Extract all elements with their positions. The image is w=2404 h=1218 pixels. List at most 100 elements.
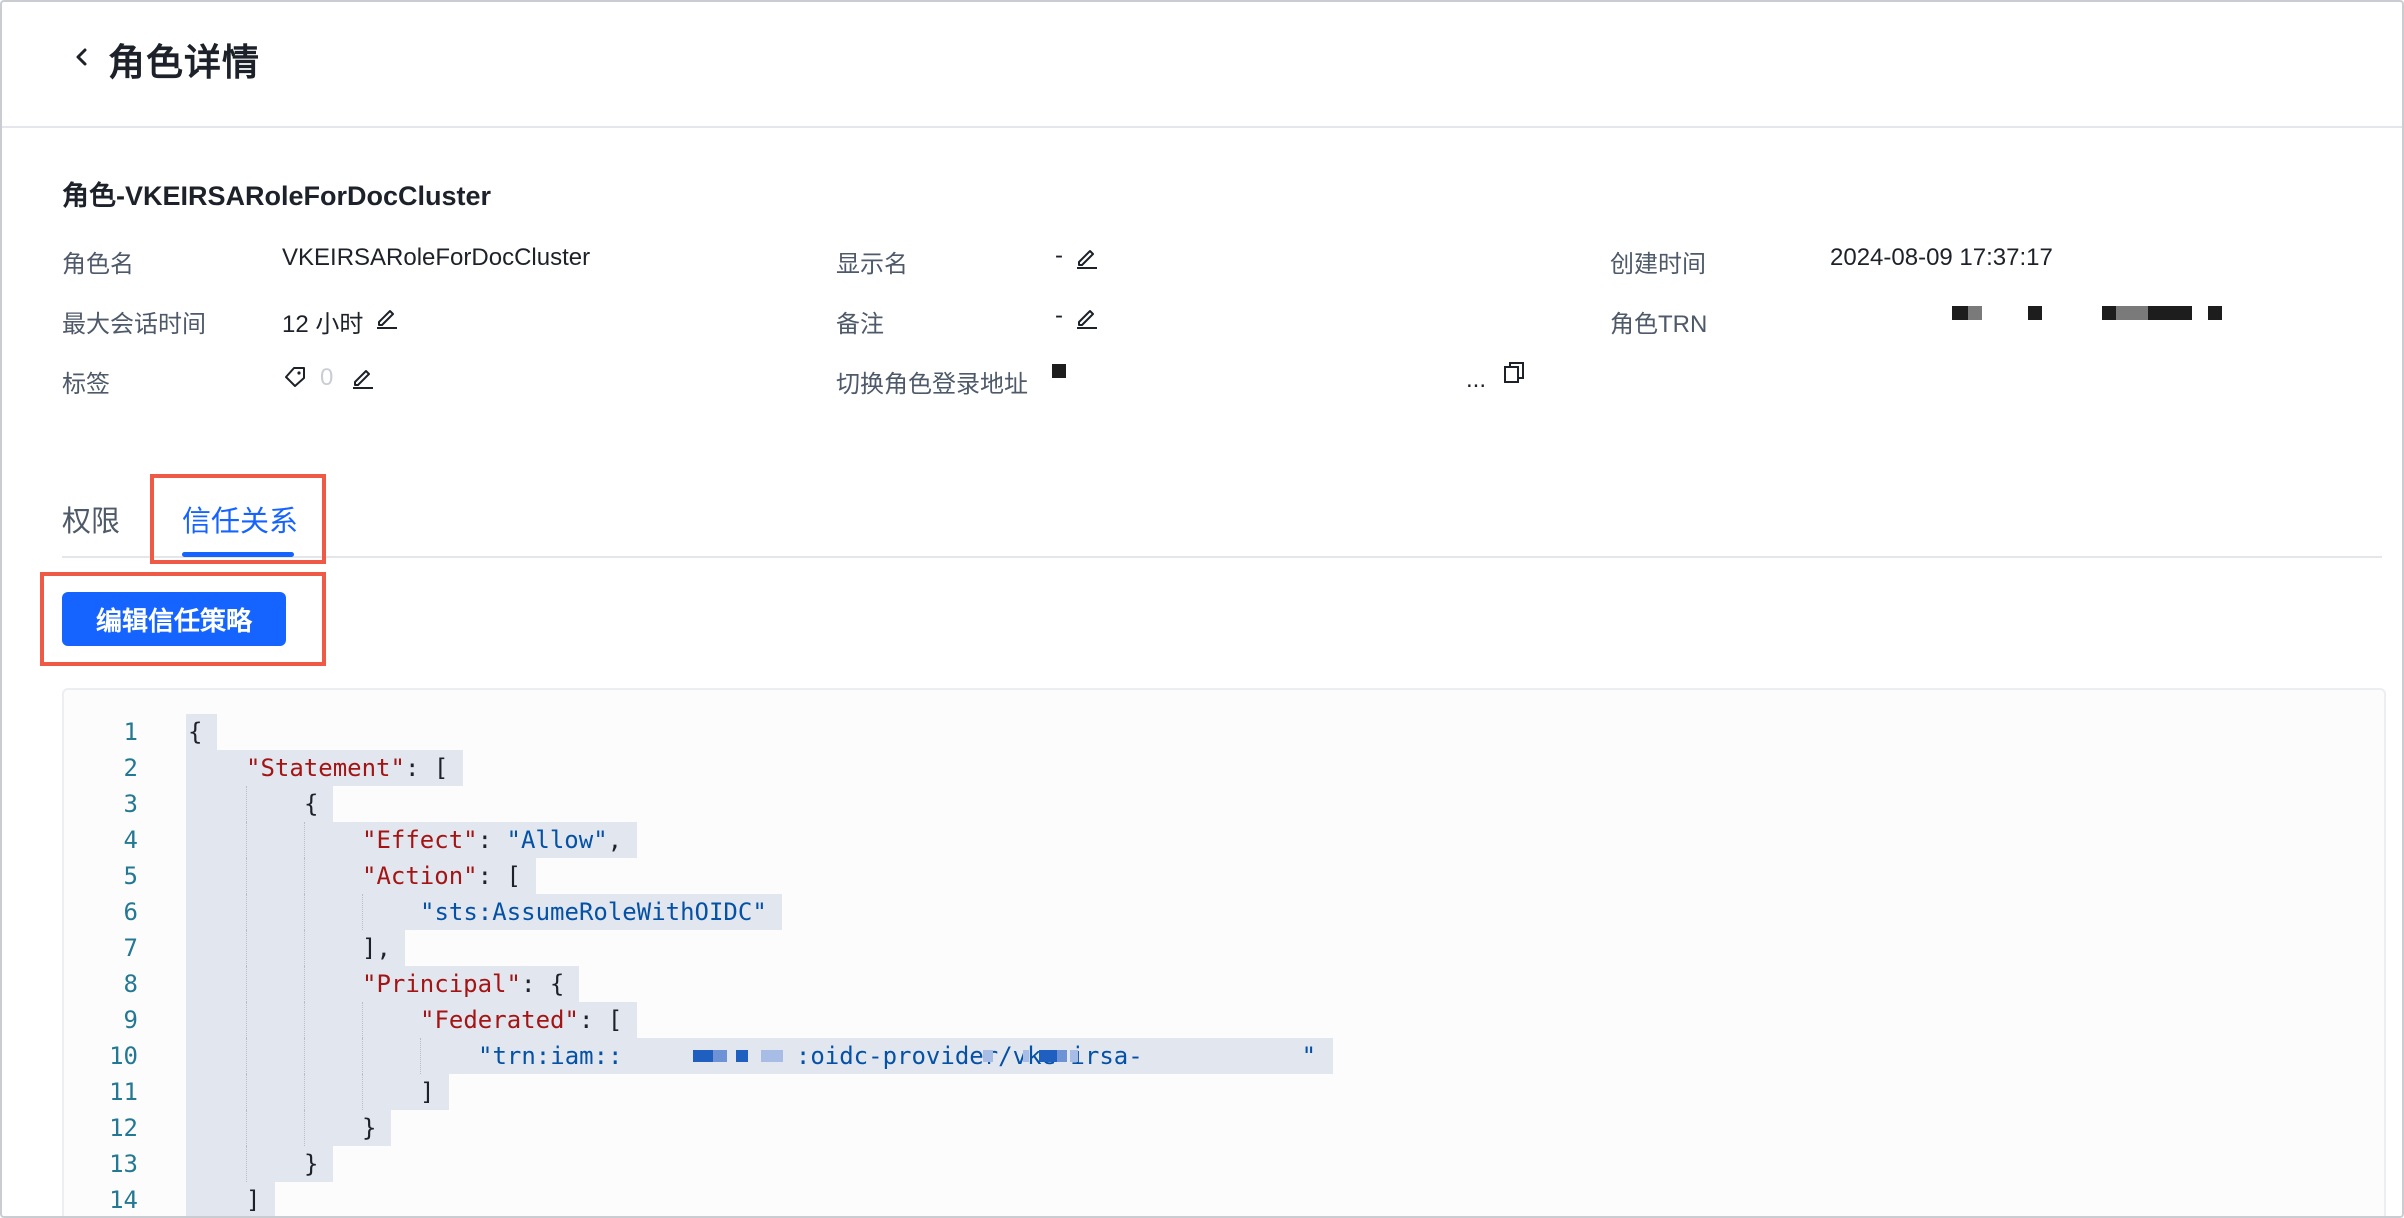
code-line: 9 "Federated": [	[64, 1002, 2384, 1038]
edit-remark-icon[interactable]	[1074, 304, 1100, 330]
code-line: 13}	[64, 1146, 2384, 1182]
code-line: 7],	[64, 930, 2384, 966]
switch-role-url-redacted	[1052, 364, 1066, 378]
role-name-label: 角色名	[62, 251, 134, 278]
json-punct: : {	[520, 970, 565, 998]
code-line: 14]	[64, 1182, 2384, 1216]
json-key: "Statement"	[246, 754, 405, 782]
selection-highlight	[186, 1182, 275, 1216]
switch-role-url-label: 切换角色登录地址	[836, 371, 1028, 398]
code-text: }	[362, 1110, 376, 1146]
redacted-account-segment	[1039, 1050, 1057, 1062]
json-punct: : [	[578, 1006, 623, 1034]
code-text: ]	[246, 1182, 260, 1216]
redacted-account-segment	[983, 1050, 993, 1062]
line-number: 13	[109, 1150, 138, 1178]
line-number: 9	[123, 1006, 138, 1034]
redacted-account-segment	[693, 1050, 713, 1062]
code-line: 12}	[64, 1110, 2384, 1146]
redacted-account-segment	[1023, 1050, 1029, 1062]
tag-icon	[285, 367, 305, 387]
code-line: 3{	[64, 786, 2384, 822]
json-punct: }	[362, 1114, 377, 1142]
selection-highlight	[186, 1074, 449, 1110]
code-text: {	[304, 786, 318, 822]
edit-tags-icon[interactable]	[350, 364, 376, 390]
edit-display-name-icon[interactable]	[1074, 244, 1100, 270]
code-text: "Statement": [	[246, 750, 448, 786]
indent-guide	[304, 894, 306, 930]
json-punct: : [	[477, 862, 521, 890]
indent-guide	[246, 786, 248, 822]
indent-guide	[246, 1146, 248, 1182]
page-header: 角色详情	[2, 2, 2402, 128]
code-line: 6 "sts:AssumeRoleWithOIDC"	[64, 894, 2384, 930]
chevron-left-icon[interactable]	[66, 42, 96, 72]
json-key: "Effect"	[362, 826, 478, 854]
selection-highlight	[186, 1110, 391, 1146]
json-key: "Action"	[362, 862, 478, 890]
role-name-value: VKEIRSARoleForDocCluster	[282, 244, 591, 271]
line-number: 14	[109, 1186, 138, 1214]
code-line: 2 "Statement": [	[64, 750, 2384, 786]
max-session-value: 12 小时	[282, 311, 364, 338]
remark-value: -	[1055, 302, 1063, 329]
json-key: "Principal"	[362, 970, 521, 998]
line-number: 11	[109, 1078, 138, 1106]
code-text: {	[188, 714, 202, 750]
indent-guide	[362, 1038, 364, 1074]
code-text: "Principal": {	[362, 966, 564, 1002]
indent-guide	[246, 894, 248, 930]
tags-label: 标签	[62, 371, 110, 398]
json-string: "trn:iam:: :oidc-provider/vke-irsa- "	[478, 1042, 1317, 1070]
indent-guide	[362, 1074, 364, 1110]
code-text: "Effect": "Allow",	[362, 822, 622, 858]
code-line: 1{	[64, 714, 2384, 750]
code-line: 11]	[64, 1074, 2384, 1110]
line-number: 10	[109, 1042, 138, 1070]
redacted-account-segment	[713, 1050, 727, 1062]
code-text: ],	[362, 930, 391, 966]
json-punct: }	[304, 1150, 319, 1178]
redacted-account-segment	[1070, 1050, 1078, 1062]
indent-guide	[304, 930, 306, 966]
role-detail-page: 角色详情 角色-VKEIRSARoleForDocCluster 角色名 VKE…	[0, 0, 2404, 1218]
tags-count: 0	[320, 364, 334, 391]
indent-guide	[246, 1110, 248, 1146]
line-number: 5	[123, 862, 138, 890]
code-text: "Federated": [	[420, 1002, 622, 1038]
created-time-value: 2024-08-09 17:37:17	[1830, 244, 2053, 271]
indent-guide	[304, 858, 306, 894]
highlight-box-tab	[150, 474, 326, 564]
json-punct: {	[304, 790, 319, 818]
indent-guide	[246, 1002, 248, 1038]
json-string: "sts:AssumeRoleWithOIDC"	[420, 898, 767, 926]
role-trn-label: 角色TRN	[1610, 311, 1708, 338]
indent-guide	[246, 966, 248, 1002]
line-number: 4	[123, 826, 138, 854]
indent-guide	[304, 1002, 306, 1038]
indent-guide	[304, 822, 306, 858]
display-name-label: 显示名	[836, 251, 908, 278]
copy-icon[interactable]	[1502, 360, 1526, 386]
code-line: 4 "Effect": "Allow",	[64, 822, 2384, 858]
json-punct: ],	[362, 934, 391, 962]
code-line: 5 "Action": [	[64, 858, 2384, 894]
indent-guide	[246, 1038, 248, 1074]
display-name-value: -	[1055, 242, 1063, 269]
indent-guide	[362, 894, 364, 930]
json-punct: : [	[404, 754, 449, 782]
line-number: 7	[123, 934, 138, 962]
remark-label: 备注	[836, 311, 884, 338]
tabs-divider	[62, 556, 2382, 558]
code-line: 8 "Principal": {	[64, 966, 2384, 1002]
trust-policy-code-editor[interactable]: 1{2 "Statement": [3{ 4 "Effect": "Allow", 5 "…	[62, 688, 2386, 1216]
indent-guide	[304, 966, 306, 1002]
json-punct: :	[477, 826, 507, 854]
indent-guide	[246, 822, 248, 858]
line-number: 8	[123, 970, 138, 998]
redacted-account-segment	[1057, 1050, 1067, 1062]
tab-permissions[interactable]: 权限	[62, 498, 120, 540]
indent-guide	[246, 858, 248, 894]
edit-max-session-icon[interactable]	[374, 304, 400, 330]
